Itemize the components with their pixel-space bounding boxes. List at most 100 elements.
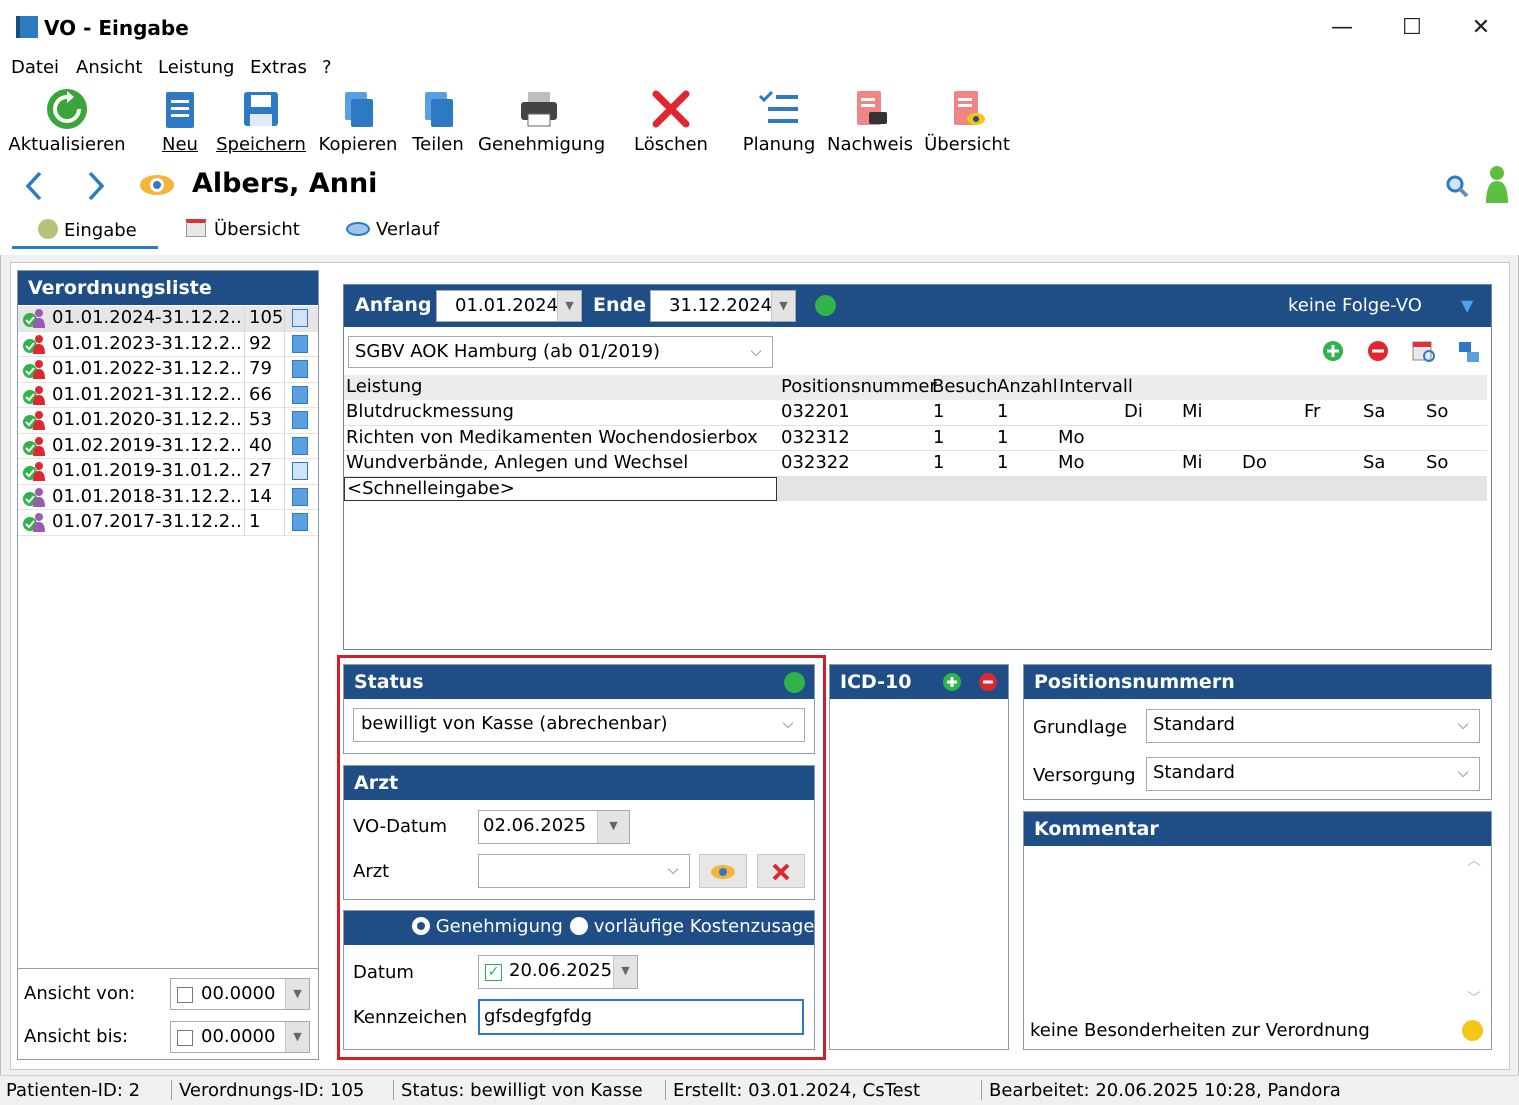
service-interval-day: Mi	[1182, 452, 1203, 474]
column-divider	[244, 459, 245, 484]
overview-button[interactable]: Übersicht	[924, 88, 1010, 160]
tab-eingabe[interactable]: Eingabe	[38, 219, 137, 241]
document-icon[interactable]	[292, 385, 308, 404]
scroll-up-icon[interactable]: ︿	[1467, 850, 1481, 870]
refresh-button[interactable]: Aktualisieren	[8, 88, 126, 160]
vo-list-item[interactable]: 01.01.2018-31.12.2.. 14	[18, 484, 318, 510]
search-icon[interactable]	[1445, 174, 1469, 198]
vo-list-item[interactable]: 01.01.2024-31.12.2.. 105	[18, 306, 318, 332]
planning-button[interactable]: Planung	[742, 88, 816, 160]
status-vo-id: Verordnungs-ID: 105	[179, 1080, 365, 1101]
insurance-select[interactable]: SGBV AOK Hamburg (ab 01/2019) ⌵	[348, 336, 773, 368]
save-button[interactable]: Speichern	[216, 88, 306, 160]
comment-header: Kommentar	[1024, 812, 1491, 846]
document-icon[interactable]	[292, 487, 308, 506]
vo-range: 01.01.2021-31.12.2..	[52, 383, 242, 405]
proof-button[interactable]: Nachweis	[826, 88, 914, 160]
chevron-down-icon: ⌵	[750, 344, 762, 360]
tab-uebersicht[interactable]: Übersicht	[186, 219, 300, 240]
document-icon[interactable]	[292, 360, 308, 378]
add-service-icon[interactable]	[1322, 340, 1344, 362]
quick-entry-input[interactable]: <Schnelleingabe>	[344, 477, 777, 501]
maximize-button[interactable]: ☐	[1392, 12, 1432, 44]
vo-number: 14	[249, 485, 272, 507]
ansicht-von-checkbox[interactable]	[177, 987, 193, 1003]
menu-help[interactable]: ?	[322, 57, 332, 78]
menu-ansicht[interactable]: Ansicht	[76, 57, 142, 78]
copy-label: Kopieren	[318, 134, 398, 155]
ansicht-bis-dropdown-icon[interactable]: ▼	[285, 1022, 309, 1052]
patient-person-icon[interactable]	[1484, 165, 1510, 205]
vo-list-item[interactable]: 01.01.2021-31.12.2.. 66	[18, 382, 318, 408]
vo-list-item[interactable]: 01.07.2017-31.12.2.. 1	[18, 510, 318, 536]
vo-number: 66	[249, 383, 272, 405]
tab-verlauf[interactable]: Verlauf	[346, 219, 439, 240]
follow-vo-dropdown-icon[interactable]: ▼	[1461, 296, 1473, 315]
share-button[interactable]: Teilen	[408, 88, 468, 160]
tab-eingabe-label: Eingabe	[64, 220, 137, 241]
minimize-button[interactable]: —	[1322, 12, 1362, 44]
menu-extras[interactable]: Extras	[250, 57, 307, 78]
window-title: VO - Eingabe	[44, 16, 189, 40]
column-divider	[284, 331, 285, 357]
new-button[interactable]: Neu	[158, 88, 202, 160]
service-interval-day: Mi	[1182, 401, 1203, 422]
remove-icd-icon[interactable]	[978, 672, 998, 692]
close-button[interactable]: ✕	[1461, 12, 1501, 44]
document-icon[interactable]	[292, 411, 308, 429]
vo-list-item[interactable]: 01.01.2023-31.12.2.. 92	[18, 331, 318, 357]
vo-list-item[interactable]: 01.01.2020-31.12.2.. 53	[18, 408, 318, 434]
comment-text[interactable]: keine Besonderheiten zur Verordnung	[1030, 1020, 1370, 1041]
grundlage-value: Standard	[1153, 714, 1235, 735]
ansicht-von-dropdown-icon[interactable]: ▼	[285, 979, 309, 1009]
back-arrow-icon[interactable]	[22, 170, 46, 202]
approval-button[interactable]: Genehmigung	[478, 88, 605, 160]
prescription-status-icon	[22, 512, 46, 532]
menu-datei[interactable]: Datei	[11, 57, 59, 78]
service-row[interactable]: Richten von Medikamenten Wochendosierbox…	[344, 426, 1487, 452]
end-date-value: 31.12.2024	[669, 295, 773, 316]
service-row[interactable]: Wundverbände, Anlegen und Wechsel 032322 1…	[344, 451, 1487, 478]
transfer-icon[interactable]	[1457, 340, 1481, 364]
service-name: Richten von Medikamenten Wochendosierbox	[346, 426, 758, 448]
col-leistung: Leistung	[346, 376, 423, 397]
end-date-field[interactable]: 31.12.2024 ▼	[650, 290, 796, 322]
highlight-frame	[337, 655, 826, 1060]
menu-leistung[interactable]: Leistung	[158, 57, 234, 78]
add-icd-icon[interactable]	[942, 672, 962, 692]
document-icon[interactable]	[292, 513, 308, 531]
vo-list-item[interactable]: 01.01.2019-31.01.2.. 27	[18, 459, 318, 485]
prescription-status-icon	[22, 487, 46, 507]
service-row[interactable]: Blutdruckmessung 032201 1 1 Di Mi Fr Sa So	[344, 400, 1487, 426]
start-date-dropdown-icon[interactable]: ▼	[557, 291, 581, 321]
ansicht-bis-checkbox[interactable]	[177, 1030, 193, 1046]
service-count: 1	[997, 401, 1009, 422]
vo-list-item[interactable]: 01.02.2019-31.12.2.. 40	[18, 433, 318, 459]
status-separator	[981, 1080, 982, 1100]
forward-arrow-icon[interactable]	[84, 170, 108, 202]
document-icon[interactable]	[292, 462, 308, 480]
document-icon[interactable]	[292, 436, 308, 455]
new-label: Neu	[162, 134, 198, 155]
document-icon[interactable]	[292, 334, 308, 353]
calendar-search-icon[interactable]	[1411, 338, 1437, 364]
positions-header: Positionsnummern	[1024, 665, 1491, 699]
scroll-down-icon[interactable]: ﹀	[1467, 988, 1481, 1008]
start-date-field[interactable]: 01.01.2024 ▼	[436, 290, 582, 322]
grundlage-select[interactable]: Standard ⌵	[1146, 709, 1480, 743]
insurance-value: SGBV AOK Hamburg (ab 01/2019)	[355, 341, 661, 362]
versorgung-select[interactable]: Standard ⌵	[1146, 757, 1480, 791]
ansicht-von-field[interactable]: 00.0000 ▼	[170, 978, 310, 1010]
patient-name: Albers, Anni	[192, 168, 378, 199]
service-visit: 1	[933, 426, 945, 448]
vo-list-item[interactable]: 01.01.2022-31.12.2.. 79	[18, 357, 318, 383]
delete-button[interactable]: Löschen	[634, 88, 708, 160]
document-icon[interactable]	[292, 309, 308, 327]
end-date-dropdown-icon[interactable]: ▼	[771, 291, 795, 321]
remove-service-icon[interactable]	[1367, 340, 1389, 362]
copy-button[interactable]: Kopieren	[318, 88, 398, 160]
service-interval-day: Di	[1124, 401, 1143, 422]
end-label: Ende	[593, 294, 646, 316]
edit-comment-icon[interactable]	[1462, 1020, 1483, 1041]
ansicht-bis-field[interactable]: 00.0000 ▼	[170, 1021, 310, 1053]
